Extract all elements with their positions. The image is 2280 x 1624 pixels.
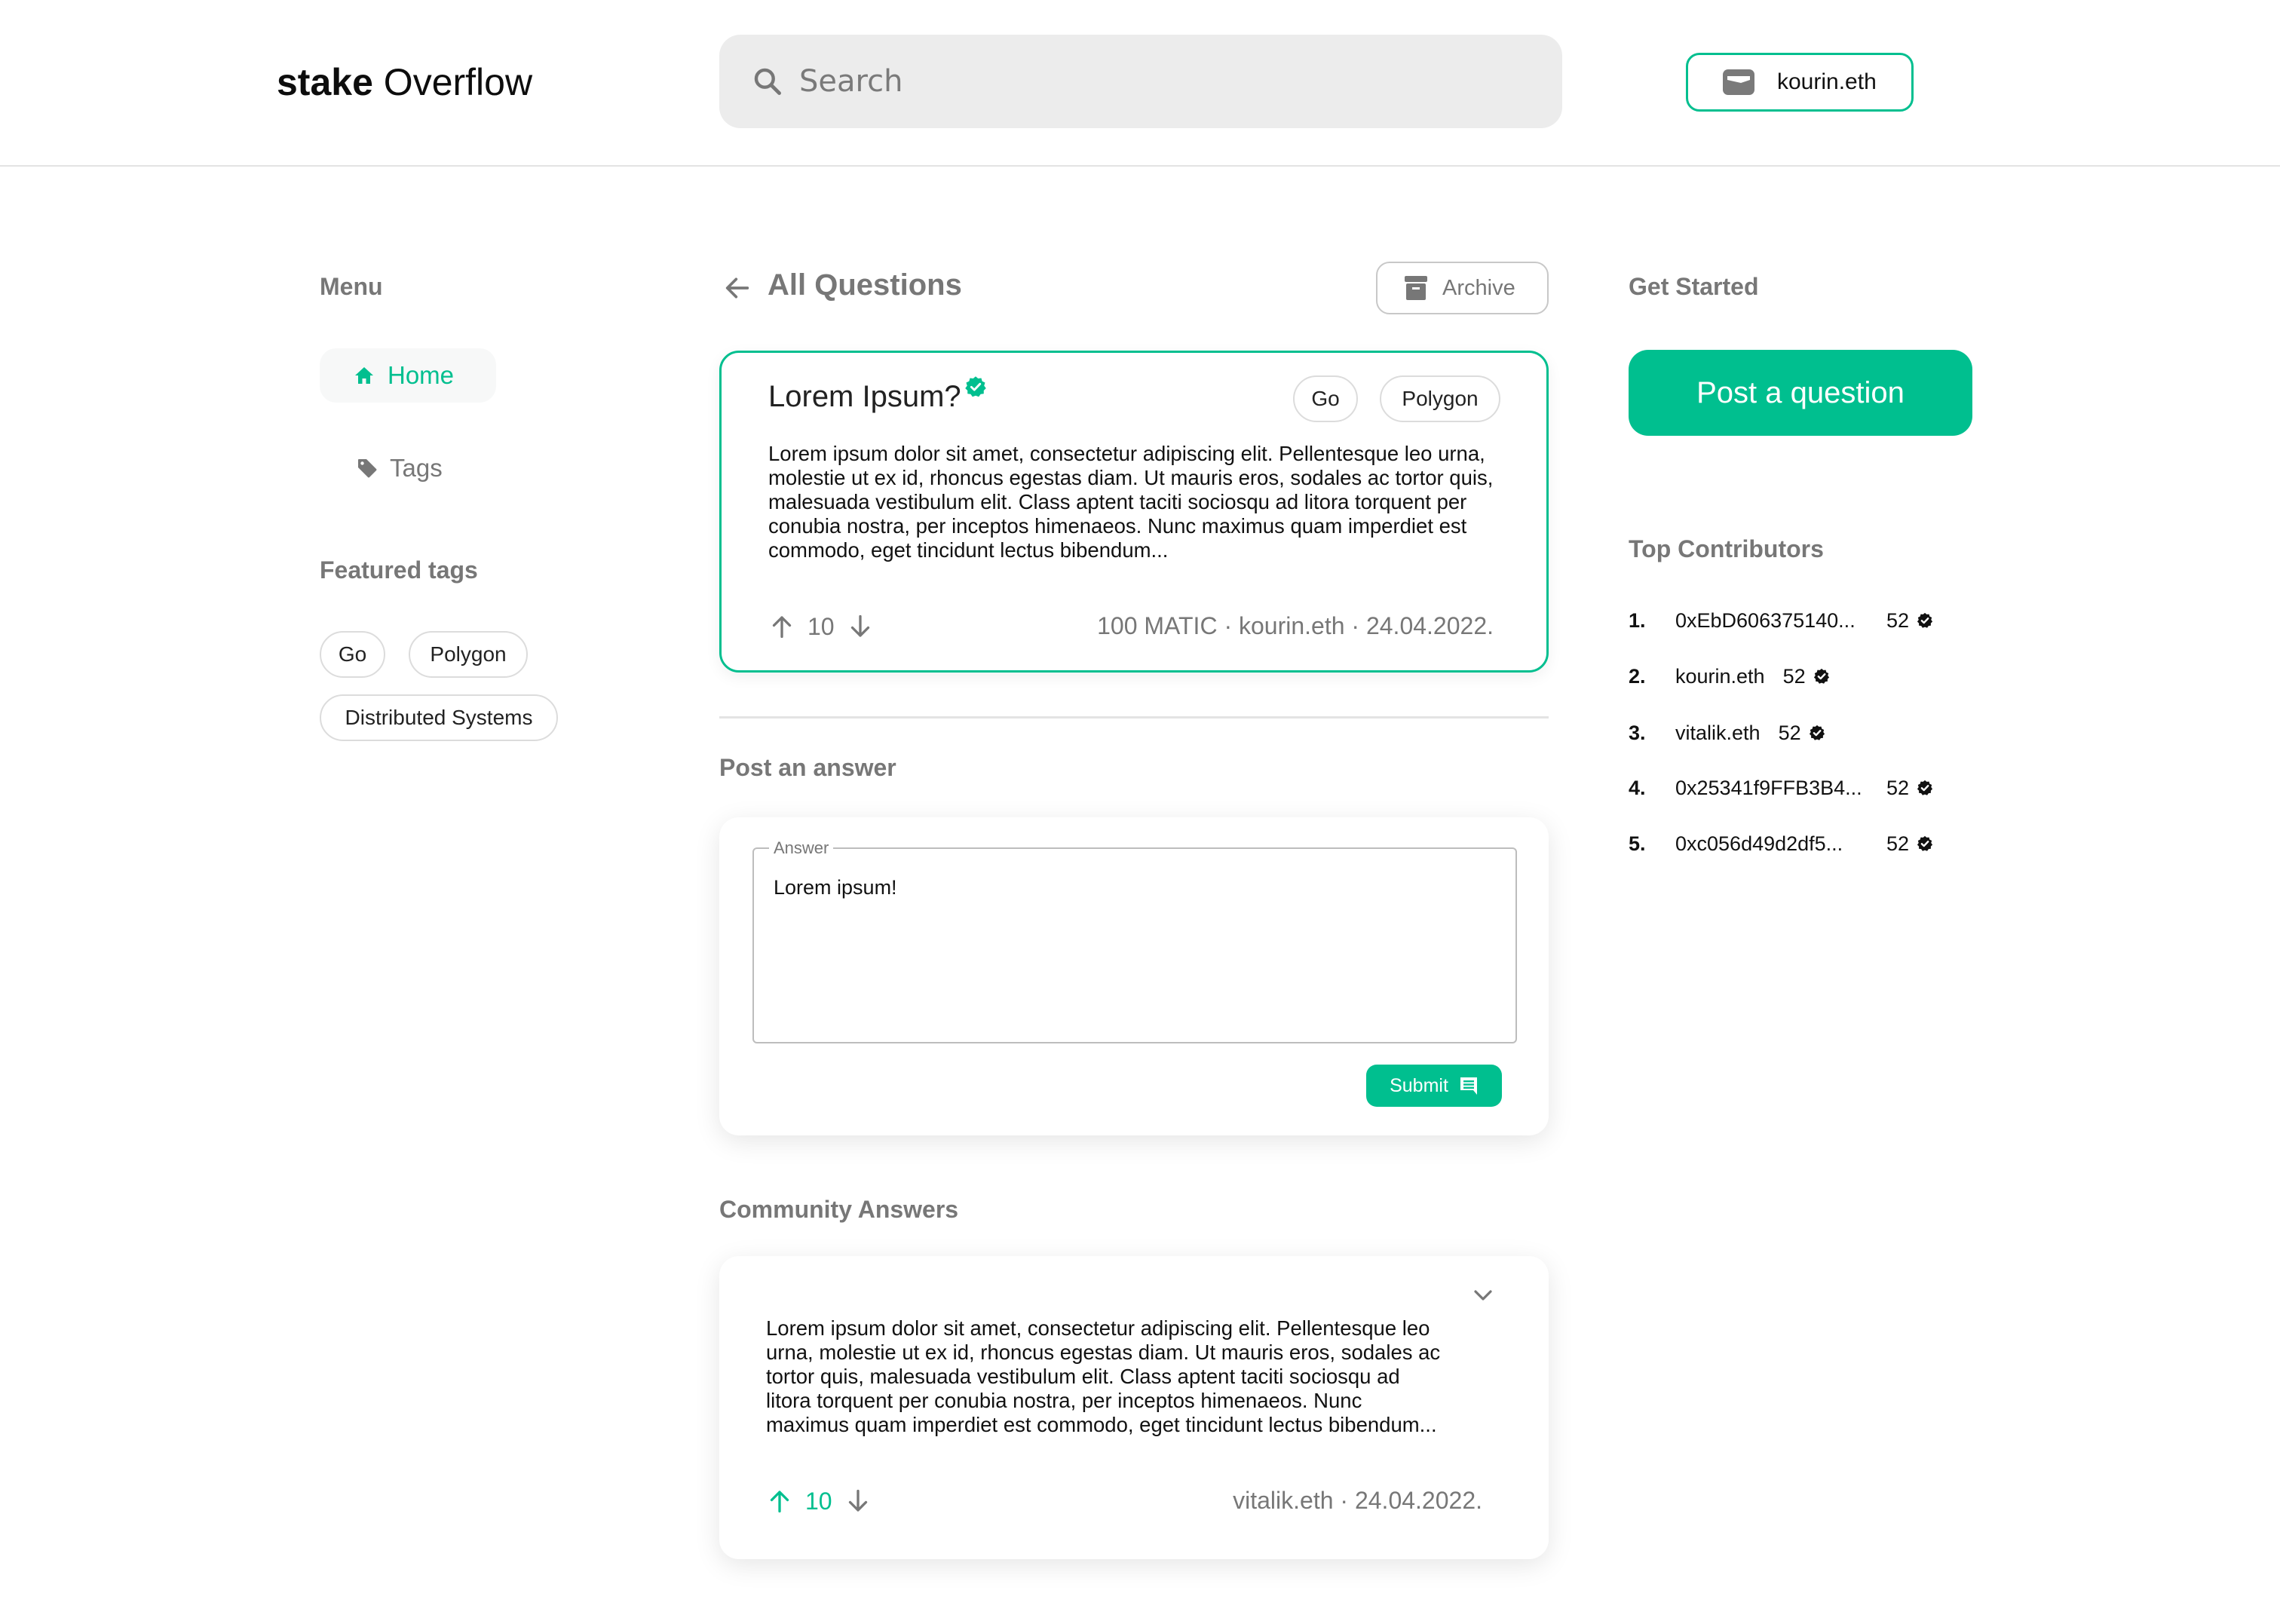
back-arrow-icon[interactable]: [722, 273, 752, 303]
chevron-down-icon[interactable]: [1472, 1288, 1494, 1303]
comment-icon: [1460, 1077, 1477, 1095]
archive-icon: [1405, 276, 1427, 300]
tag-icon: [358, 459, 377, 478]
search-icon: [754, 68, 781, 95]
downvote-arrow-icon[interactable]: [847, 612, 874, 641]
answer-card: Lorem ipsum dolor sit amet, consectetur …: [719, 1256, 1549, 1559]
contributor-row[interactable]: 4. 0x25341f9FFB3B4... 52: [1629, 773, 1933, 803]
post-answer-title: Post an answer: [719, 754, 896, 781]
verified-badge-icon: [1917, 835, 1933, 851]
get-started-title: Get Started: [1629, 273, 1759, 300]
contributor-score: 52: [1782, 664, 1806, 688]
verified-badge-icon: [1917, 780, 1933, 795]
logo-bold: stake: [277, 61, 373, 103]
community-answers-title: Community Answers: [719, 1196, 959, 1223]
featured-tag-polygon[interactable]: Polygon: [409, 631, 528, 678]
contributor-score: 52: [1886, 776, 1910, 799]
question-tag-polygon[interactable]: Polygon: [1380, 375, 1500, 422]
question-body: Lorem ipsum dolor sit amet, consectetur …: [768, 442, 1494, 562]
post-question-label: Post a question: [1696, 375, 1905, 409]
verified-badge-icon: [1813, 668, 1829, 684]
question-title-row: Lorem Ipsum?: [768, 376, 987, 414]
sidebar-item-home[interactable]: Home: [320, 348, 496, 403]
contributor-name: 0xEbD606375140...: [1675, 608, 1856, 632]
contributor-row[interactable]: 3. vitalik.eth 52: [1629, 718, 1825, 748]
downvote-arrow-icon[interactable]: [844, 1487, 872, 1515]
answer-vote-control: 10: [766, 1487, 872, 1515]
contributor-row[interactable]: 1. 0xEbD606375140... 52: [1629, 605, 1933, 636]
wallet-button[interactable]: kourin.eth: [1686, 53, 1914, 112]
contributor-rank: 1.: [1629, 608, 1646, 632]
archive-label: Archive: [1442, 275, 1515, 300]
wallet-address: kourin.eth: [1777, 69, 1877, 94]
home-icon: [355, 367, 373, 384]
vote-count: 10: [805, 1487, 832, 1515]
sidebar-item-label: Home: [388, 361, 455, 389]
contributor-name: 0x25341f9FFB3B4...: [1675, 776, 1862, 799]
question-tag-go[interactable]: Go: [1293, 375, 1358, 422]
contributor-score: 52: [1778, 721, 1801, 744]
question-meta: 100 MATIC · kourin.eth · 24.04.2022.: [1097, 612, 1494, 639]
question-title[interactable]: Lorem Ipsum?: [768, 380, 961, 414]
post-question-button[interactable]: Post a question: [1629, 350, 1972, 436]
submit-label: Submit: [1390, 1074, 1448, 1096]
contributor-name: 0xc056d49d2df5...: [1675, 832, 1843, 855]
question-vote-control: 10: [768, 612, 874, 641]
archive-button[interactable]: Archive: [1376, 262, 1549, 314]
contributor-rank: 2.: [1629, 664, 1646, 688]
featured-tag-distributed-systems[interactable]: Distributed Systems: [320, 694, 558, 741]
page-title: All Questions: [768, 268, 962, 302]
upvote-arrow-icon[interactable]: [768, 612, 795, 641]
featured-tag-go[interactable]: Go: [320, 631, 385, 678]
sidebar-item-tags[interactable]: Tags: [357, 449, 443, 487]
featured-tags-title: Featured tags: [320, 556, 478, 584]
section-divider: [719, 716, 1549, 719]
question-card: Lorem Ipsum? Go Polygon Lorem ipsum dolo…: [719, 351, 1549, 673]
contributor-rank: 5.: [1629, 832, 1646, 855]
verified-badge-icon: [1917, 612, 1933, 628]
search-bar[interactable]: [719, 35, 1562, 128]
verified-badge-icon: [964, 376, 986, 397]
submit-button[interactable]: Submit: [1366, 1065, 1502, 1107]
contributor-rank: 4.: [1629, 776, 1646, 799]
answer-field[interactable]: Answer Lorem ipsum!: [752, 838, 1517, 1043]
top-header: stake Overflow kourin.eth: [0, 0, 2280, 167]
contributor-rank: 3.: [1629, 721, 1646, 744]
logo-light: Overflow: [383, 61, 533, 103]
contributor-row[interactable]: 5. 0xc056d49d2df5... 52: [1629, 829, 1933, 859]
post-answer-card: Answer Lorem ipsum! Submit: [719, 817, 1549, 1135]
wallet-icon: [1723, 69, 1754, 95]
answer-field-label: Answer: [769, 838, 834, 858]
contributor-score: 52: [1886, 608, 1910, 632]
contributor-score: 52: [1886, 832, 1910, 855]
sidebar-item-label: Tags: [390, 454, 443, 482]
search-input[interactable]: [799, 64, 1478, 99]
upvote-arrow-icon[interactable]: [766, 1487, 793, 1515]
logo[interactable]: stake Overflow: [277, 60, 532, 104]
answer-meta: vitalik.eth · 24.04.2022.: [1233, 1487, 1482, 1514]
answer-body: Lorem ipsum dolor sit amet, consectetur …: [766, 1316, 1441, 1436]
menu-title: Menu: [320, 273, 383, 300]
contributor-row[interactable]: 2. kourin.eth 52: [1629, 661, 1830, 691]
answer-textarea[interactable]: Lorem ipsum!: [774, 876, 1497, 1027]
contributor-name: kourin.eth: [1675, 664, 1765, 688]
vote-count: 10: [808, 612, 835, 640]
top-contributors-title: Top Contributors: [1629, 535, 1824, 562]
contributor-name: vitalik.eth: [1675, 721, 1761, 744]
verified-badge-icon: [1809, 725, 1825, 740]
